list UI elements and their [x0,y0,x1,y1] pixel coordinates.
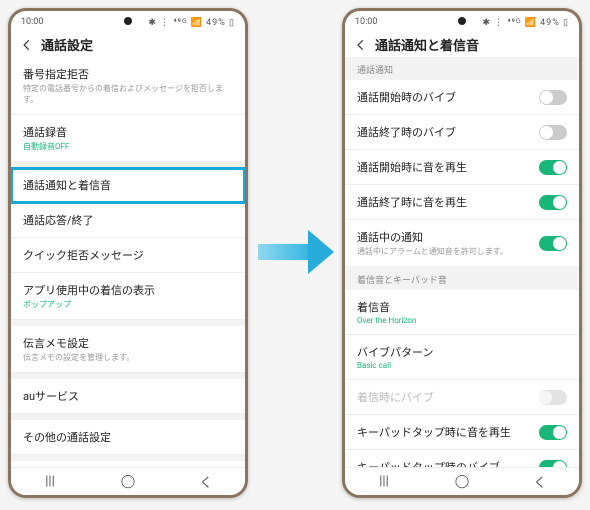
row-label: 通話終了時のバイブ [357,124,539,140]
settings-row[interactable]: その他の通話設定 [11,420,245,455]
toggle-switch[interactable] [539,125,567,140]
row-label: クイック拒否メッセージ [23,247,233,263]
status-icons: ✱ ⋮ ⁴⁹ᴳ 📶 49% ▯ [482,17,569,28]
settings-row[interactable]: 伝言メモ設定伝言メモの設定を管理します。 [11,326,245,373]
row-label: 通話中の通知 [357,229,539,245]
nav-bar: ||| ◯ く [11,467,245,495]
row-sublabel: Basic call [357,361,567,370]
nav-bar: ||| ◯ く [345,467,579,495]
nav-recent-icon[interactable]: ||| [35,474,65,489]
nav-back-icon[interactable]: く [191,472,221,491]
row-label: その他の通話設定 [23,429,233,445]
settings-row[interactable]: バイブパターンBasic call [345,335,579,380]
settings-row[interactable]: 着信音Over the Horizon [345,290,579,335]
row-label: auサービス [23,388,233,404]
settings-row[interactable]: 通話終了時に音を再生 [345,185,579,220]
section-header: 着信音とキーパッド音 [345,267,579,290]
row-label: 通話終了時に音を再生 [357,194,539,210]
toggle-switch[interactable] [539,90,567,105]
status-time: 10:00 [21,17,43,27]
toggle-switch[interactable] [539,195,567,210]
status-time: 10:00 [355,17,377,27]
settings-row[interactable]: 通話開始時に音を再生 [345,150,579,185]
row-sublabel: 自動録音OFF [23,141,233,152]
row-label: 伝言メモ設定 [23,335,233,351]
row-sublabel: 特定の電話番号からの着信およびメッセージを拒否します。 [23,83,233,105]
row-sublabel: 伝言メモの設定を管理します。 [23,352,233,363]
camera-cutout [458,17,466,25]
row-label: バイブパターン [357,344,567,360]
row-label: 通話開始時のバイブ [357,89,539,105]
arrow-icon [258,230,334,274]
page-title: 通話通知と着信音 [375,35,479,54]
settings-row[interactable]: auサービス [11,379,245,414]
nav-recent-icon[interactable]: ||| [369,474,399,489]
phone-right: 10:00 ✱ ⋮ ⁴⁹ᴳ 📶 49% ▯ 通話通知と着信音 通話通知通話開始時… [342,8,582,498]
row-label: 通話開始時に音を再生 [357,159,539,175]
row-label: 着信時にバイブ [357,389,539,405]
settings-list-right: 通話通知通話開始時のバイブ通話終了時のバイブ通話開始時に音を再生通話終了時に音を… [345,57,579,467]
row-label: 通話応答/終了 [23,212,233,228]
row-label: アプリ使用中の着信の表示 [23,282,233,298]
settings-row[interactable]: 通話中の通知通話中にアラームと通知音を許可します。 [345,220,579,267]
row-label: 番号指定拒否 [23,66,233,82]
row-sublabel: 通話中にアラームと通知音を許可します。 [357,246,539,257]
settings-row[interactable]: 番号指定拒否特定の電話番号からの着信およびメッセージを拒否します。 [11,57,245,115]
settings-row[interactable]: 通話通知と着信音 [11,168,245,203]
settings-row[interactable]: 通話開始時のバイブ [345,80,579,115]
camera-cutout [124,17,132,25]
settings-row[interactable]: キーパッドタップ時のバイブ [345,450,579,467]
toggle-switch[interactable] [539,160,567,175]
nav-home-icon[interactable]: ◯ [113,474,143,489]
toggle-switch [539,390,567,405]
settings-row[interactable]: アプリ使用中の着信の表示ポップアップ [11,273,245,320]
settings-row[interactable]: キーパッドタップ時に音を再生 [345,415,579,450]
row-sublabel: Over the Horizon [357,316,567,325]
settings-row[interactable]: 通話終了時のバイブ [345,115,579,150]
section-header: 通話通知 [345,57,579,80]
toggle-switch[interactable] [539,425,567,440]
toggle-switch[interactable] [539,460,567,468]
row-sublabel: ポップアップ [23,299,233,310]
row-label: キーパッドタップ時に音を再生 [357,424,539,440]
page-title: 通話設定 [41,35,93,54]
toggle-switch[interactable] [539,236,567,251]
settings-list-left: 番号指定拒否特定の電話番号からの着信およびメッセージを拒否します。通話録音自動録… [11,57,245,467]
settings-row[interactable]: 通話応答/終了 [11,203,245,238]
back-icon[interactable] [19,37,35,53]
nav-back-icon[interactable]: く [525,472,555,491]
row-label: 通話録音 [23,124,233,140]
nav-home-icon[interactable]: ◯ [447,474,477,489]
row-label: 着信音 [357,299,567,315]
row-label: キーパッドタップ時のバイブ [357,459,539,467]
settings-row[interactable]: 通話録音自動録音OFF [11,115,245,162]
row-label: 通話通知と着信音 [23,177,233,193]
status-icons: ✱ ⋮ ⁴⁹ᴳ 📶 49% ▯ [148,17,235,28]
settings-row[interactable]: クイック拒否メッセージ [11,238,245,273]
settings-row[interactable]: 着信時にバイブ [345,380,579,415]
phone-left: 10:00 ✱ ⋮ ⁴⁹ᴳ 📶 49% ▯ 通話設定 番号指定拒否特定の電話番号… [8,8,248,498]
back-icon[interactable] [353,37,369,53]
